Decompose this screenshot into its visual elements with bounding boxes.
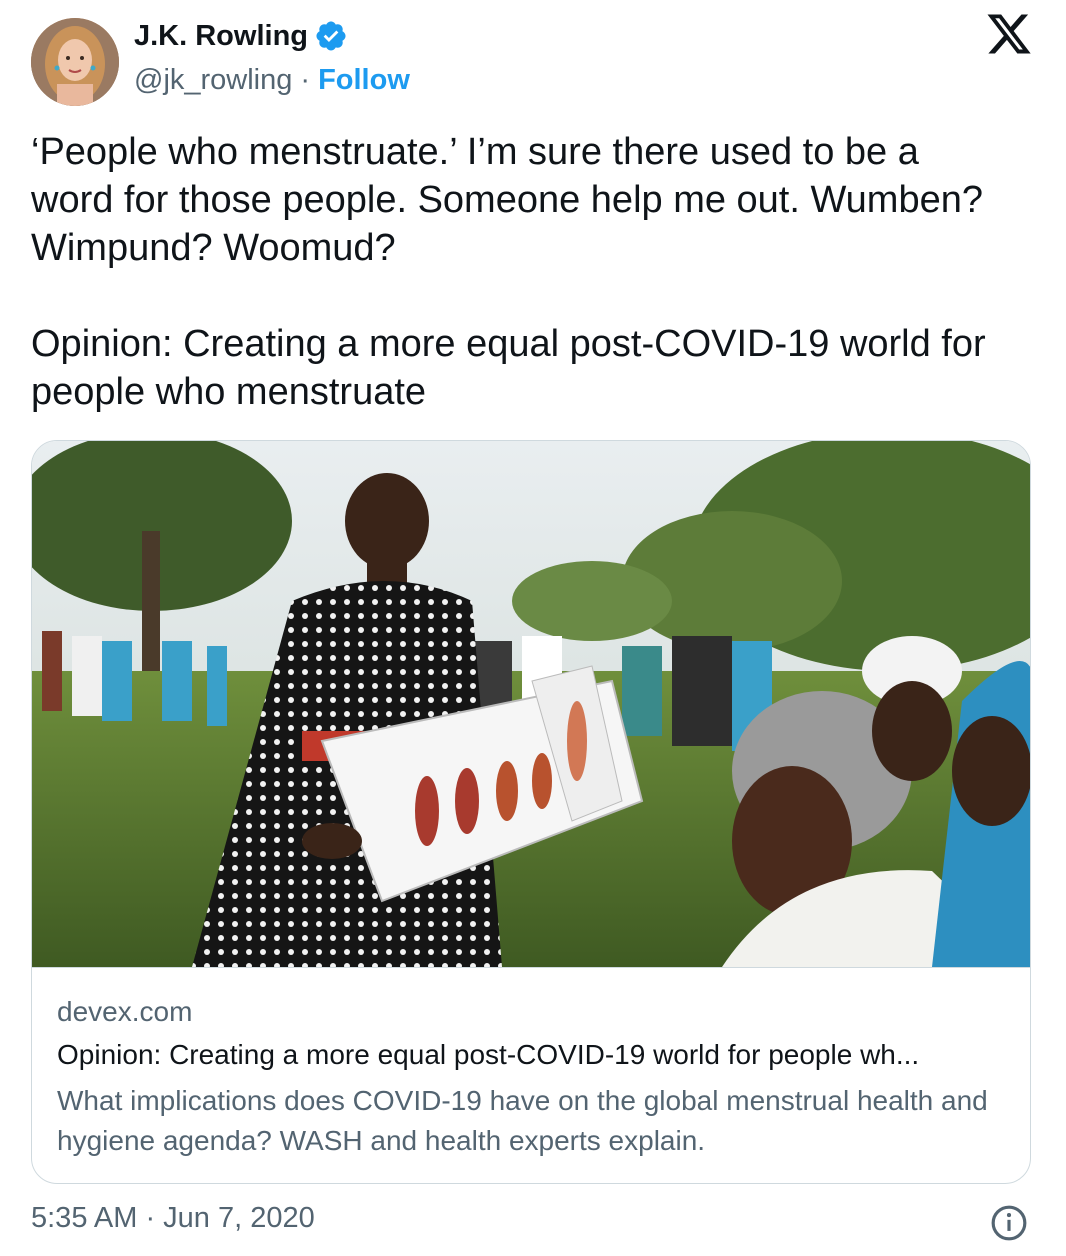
- link-preview-card[interactable]: devex.com Opinion: Creating a more equal…: [31, 440, 1031, 1184]
- card-divider: [32, 967, 1030, 968]
- author-avatar[interactable]: [31, 18, 119, 106]
- author-handle[interactable]: @jk_rowling: [134, 64, 292, 97]
- tweet-text: ‘People who menstruate.’ I’m sure there …: [31, 131, 986, 413]
- info-icon[interactable]: [990, 1204, 1028, 1242]
- separator-dot: ·: [300, 63, 311, 96]
- card-title: Opinion: Creating a more equal post-COVI…: [57, 1039, 920, 1070]
- follow-button[interactable]: Follow: [318, 64, 410, 97]
- profile-photo-icon: [31, 18, 119, 106]
- card-description: What implications does COVID-19 have on …: [57, 1085, 988, 1156]
- author-name[interactable]: J.K. Rowling: [134, 20, 308, 53]
- card-domain: devex.com: [57, 996, 193, 1027]
- author-name-row: J.K. Rowling: [134, 16, 348, 56]
- verified-badge-icon: [316, 21, 346, 51]
- tweet-timestamp[interactable]: 5:35 AM · Jun 7, 2020: [31, 1202, 315, 1235]
- author-handle-row: @jk_rowling · Follow: [134, 60, 410, 100]
- photo-woman-presenting-chart-icon: [32, 441, 1030, 967]
- x-logo-icon[interactable]: [984, 10, 1034, 58]
